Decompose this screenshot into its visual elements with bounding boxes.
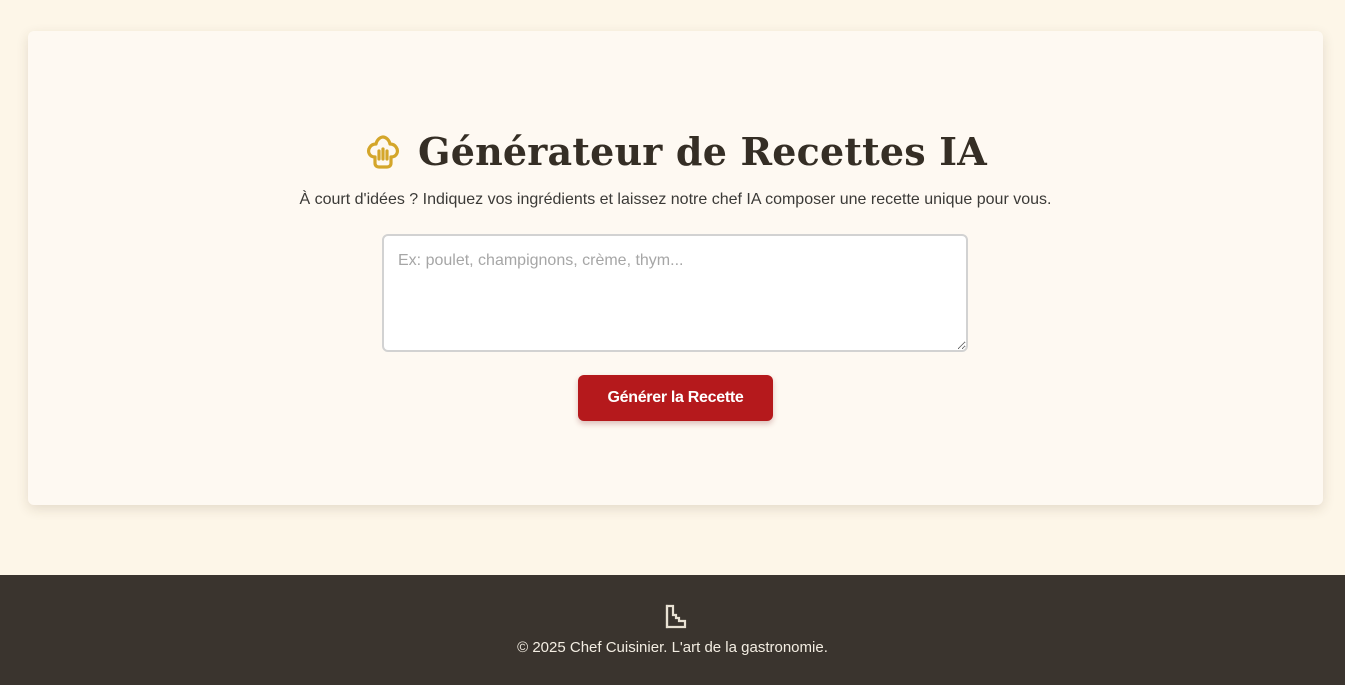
boot-icon — [662, 603, 690, 631]
page-title: Générateur de Recettes IA — [418, 129, 987, 174]
chef-hat-icon — [364, 133, 402, 171]
recipe-generator-card: Générateur de Recettes IA À court d'idée… — [28, 31, 1323, 505]
ingredients-input[interactable] — [382, 234, 968, 352]
page-subtitle: À court d'idées ? Indiquez vos ingrédien… — [299, 191, 1052, 208]
page: Générateur de Recettes IA À court d'idée… — [0, 0, 1345, 685]
generate-recipe-button[interactable]: Générer la Recette — [578, 375, 773, 421]
footer: © 2025 Chef Cuisinier. L'art de la gastr… — [0, 575, 1345, 685]
footer-copyright: © 2025 Chef Cuisinier. L'art de la gastr… — [517, 639, 828, 656]
title-row: Générateur de Recettes IA — [28, 129, 1323, 175]
